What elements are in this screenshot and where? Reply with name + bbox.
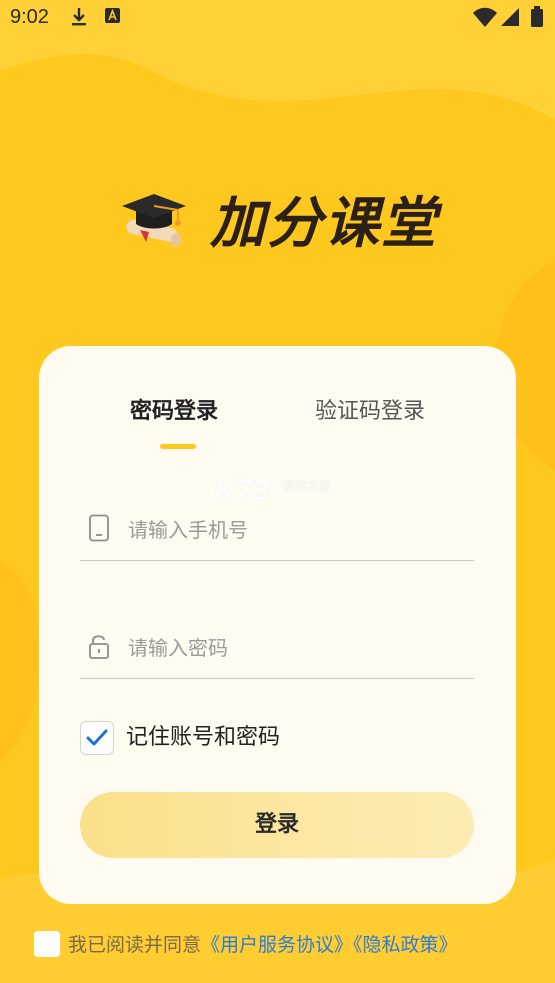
phone-input[interactable] — [128, 508, 458, 552]
app-logo: 加分课堂 — [118, 188, 458, 260]
active-tab-indicator — [160, 444, 196, 449]
app-notification-icon — [104, 6, 122, 30]
status-time: 9:02 — [10, 6, 49, 28]
app-title: 加分课堂 — [210, 191, 439, 255]
status-bar: 9:02 — [0, 0, 555, 36]
agreement-prefix: 我已阅读并同意 — [68, 934, 202, 956]
tab-sms-code-login[interactable]: 验证码登录 — [315, 392, 425, 432]
password-field — [80, 618, 474, 679]
phone-icon — [88, 514, 112, 542]
remember-checkbox[interactable] — [80, 721, 114, 755]
download-icon — [70, 6, 88, 32]
login-card: 密码登录 验证码登录 K73 游戏之家 记住 — [39, 346, 516, 904]
battery-icon — [530, 6, 544, 32]
remember-label: 记住账号和密码 — [126, 725, 281, 750]
watermark-subtext: 游戏之家 — [283, 479, 332, 493]
signal-icon — [500, 7, 520, 31]
agreement-text: 我已阅读并同意《用户服务协议》《隐私政策》 — [68, 930, 458, 960]
password-input[interactable] — [128, 626, 458, 670]
checkmark-icon — [86, 729, 108, 746]
agreement-checkbox[interactable] — [34, 931, 60, 957]
user-agreement-link[interactable]: 《用户服务协议》 — [201, 934, 353, 956]
privacy-policy-link[interactable]: 《隐私政策》 — [353, 934, 458, 956]
tab-password-login[interactable]: 密码登录 — [130, 392, 218, 432]
login-button[interactable]: 登录 — [80, 792, 474, 858]
agreement-row: 我已阅读并同意《用户服务协议》《隐私政策》 — [34, 928, 534, 962]
wifi-icon — [472, 7, 498, 33]
phone-field — [80, 500, 474, 561]
graduation-cap-icon — [118, 188, 188, 258]
lock-icon — [88, 632, 112, 660]
remember-account-option[interactable]: 记住账号和密码 — [80, 721, 340, 757]
